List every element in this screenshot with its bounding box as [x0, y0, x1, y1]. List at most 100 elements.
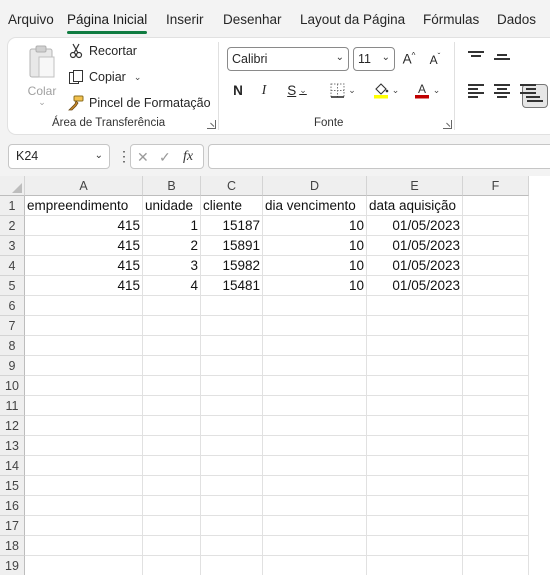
- cell-a12[interactable]: [25, 416, 143, 436]
- cell-b14[interactable]: [143, 456, 201, 476]
- cell-a7[interactable]: [25, 316, 143, 336]
- row-header-6[interactable]: 6: [0, 296, 25, 316]
- cell-c10[interactable]: [201, 376, 263, 396]
- chevron-down-icon[interactable]: ⌄: [433, 85, 441, 96]
- cell-d1[interactable]: dia vencimento: [263, 196, 367, 216]
- align-center-icon[interactable]: [494, 83, 510, 98]
- cell-b15[interactable]: [143, 476, 201, 496]
- align-middle-icon[interactable]: [494, 50, 510, 64]
- cell-e7[interactable]: [367, 316, 463, 336]
- cell-b5[interactable]: 4: [143, 276, 201, 296]
- underline-button[interactable]: S ⌄: [283, 79, 311, 101]
- cell-a14[interactable]: [25, 456, 143, 476]
- cell-b11[interactable]: [143, 396, 201, 416]
- increase-font-size-button[interactable]: A^: [400, 48, 418, 70]
- row-header-2[interactable]: 2: [0, 216, 25, 236]
- cell-f4[interactable]: [463, 256, 529, 276]
- cell-f14[interactable]: [463, 456, 529, 476]
- bold-button[interactable]: N: [230, 79, 246, 101]
- row-header-10[interactable]: 10: [0, 376, 25, 396]
- italic-button[interactable]: I: [257, 79, 271, 101]
- tab-arquivo[interactable]: Arquivo: [8, 12, 54, 27]
- cell-b10[interactable]: [143, 376, 201, 396]
- cell-e6[interactable]: [367, 296, 463, 316]
- cell-a18[interactable]: [25, 536, 143, 556]
- column-header-e[interactable]: E: [367, 176, 463, 196]
- cell-f18[interactable]: [463, 536, 529, 556]
- cell-e4[interactable]: 01/05/2023: [367, 256, 463, 276]
- font-size-select[interactable]: 11 ⌄: [353, 47, 395, 71]
- align-right-icon[interactable]: [520, 83, 536, 98]
- cell-f7[interactable]: [463, 316, 529, 336]
- cell-f6[interactable]: [463, 296, 529, 316]
- cell-a17[interactable]: [25, 516, 143, 536]
- cell-a4[interactable]: 415: [25, 256, 143, 276]
- cell-e12[interactable]: [367, 416, 463, 436]
- cell-b2[interactable]: 1: [143, 216, 201, 236]
- cell-c8[interactable]: [201, 336, 263, 356]
- tab-inserir[interactable]: Inserir: [166, 12, 204, 27]
- cell-d8[interactable]: [263, 336, 367, 356]
- row-header-1[interactable]: 1: [0, 196, 25, 216]
- copy-button[interactable]: Copiar ⌄: [68, 67, 141, 87]
- column-header-a[interactable]: A: [25, 176, 143, 196]
- cell-d19[interactable]: [263, 556, 367, 575]
- align-left-icon[interactable]: [468, 83, 484, 98]
- align-top-icon[interactable]: [468, 50, 484, 64]
- chevron-down-icon[interactable]: ⌄: [24, 98, 60, 107]
- cell-d15[interactable]: [263, 476, 367, 496]
- column-header-c[interactable]: C: [201, 176, 263, 196]
- fill-color-button[interactable]: ⌄: [370, 79, 402, 101]
- cell-c3[interactable]: 15891: [201, 236, 263, 256]
- cell-d18[interactable]: [263, 536, 367, 556]
- row-header-14[interactable]: 14: [0, 456, 25, 476]
- tab-pagina-inicial[interactable]: Página Inicial: [67, 12, 147, 27]
- name-box[interactable]: K24 ⌄: [8, 144, 110, 169]
- cell-c12[interactable]: [201, 416, 263, 436]
- cell-a19[interactable]: [25, 556, 143, 575]
- row-header-11[interactable]: 11: [0, 396, 25, 416]
- cell-f8[interactable]: [463, 336, 529, 356]
- check-icon[interactable]: ✓: [159, 149, 171, 166]
- cell-f15[interactable]: [463, 476, 529, 496]
- cell-b4[interactable]: 3: [143, 256, 201, 276]
- cell-a11[interactable]: [25, 396, 143, 416]
- cell-c11[interactable]: [201, 396, 263, 416]
- cell-c9[interactable]: [201, 356, 263, 376]
- formula-input[interactable]: [208, 144, 550, 169]
- cell-f1[interactable]: [463, 196, 529, 216]
- chevron-down-icon[interactable]: ⌄: [299, 85, 307, 96]
- more-options-icon[interactable]: ⋮: [117, 148, 131, 165]
- row-header-19[interactable]: 19: [0, 556, 25, 575]
- cell-a13[interactable]: [25, 436, 143, 456]
- chevron-down-icon[interactable]: ⌄: [134, 72, 142, 83]
- cell-b8[interactable]: [143, 336, 201, 356]
- dialog-launcher-icon[interactable]: [443, 120, 452, 129]
- cell-b17[interactable]: [143, 516, 201, 536]
- cell-f12[interactable]: [463, 416, 529, 436]
- cell-f17[interactable]: [463, 516, 529, 536]
- chevron-down-icon[interactable]: ⌄: [348, 85, 356, 96]
- cell-c5[interactable]: 15481: [201, 276, 263, 296]
- cell-e1[interactable]: data aquisição: [367, 196, 463, 216]
- row-header-8[interactable]: 8: [0, 336, 25, 356]
- dialog-launcher-icon[interactable]: [207, 120, 216, 129]
- cell-f10[interactable]: [463, 376, 529, 396]
- tab-formulas[interactable]: Fórmulas: [423, 12, 479, 27]
- cell-a1[interactable]: empreendimento: [25, 196, 143, 216]
- cell-a6[interactable]: [25, 296, 143, 316]
- cell-e10[interactable]: [367, 376, 463, 396]
- cell-e15[interactable]: [367, 476, 463, 496]
- cell-f16[interactable]: [463, 496, 529, 516]
- cell-e16[interactable]: [367, 496, 463, 516]
- chevron-down-icon[interactable]: ⌄: [392, 85, 400, 96]
- cell-a5[interactable]: 415: [25, 276, 143, 296]
- cell-f13[interactable]: [463, 436, 529, 456]
- cell-b7[interactable]: [143, 316, 201, 336]
- cell-b1[interactable]: unidade: [143, 196, 201, 216]
- cell-b9[interactable]: [143, 356, 201, 376]
- cell-f11[interactable]: [463, 396, 529, 416]
- cell-c14[interactable]: [201, 456, 263, 476]
- cell-b16[interactable]: [143, 496, 201, 516]
- row-header-9[interactable]: 9: [0, 356, 25, 376]
